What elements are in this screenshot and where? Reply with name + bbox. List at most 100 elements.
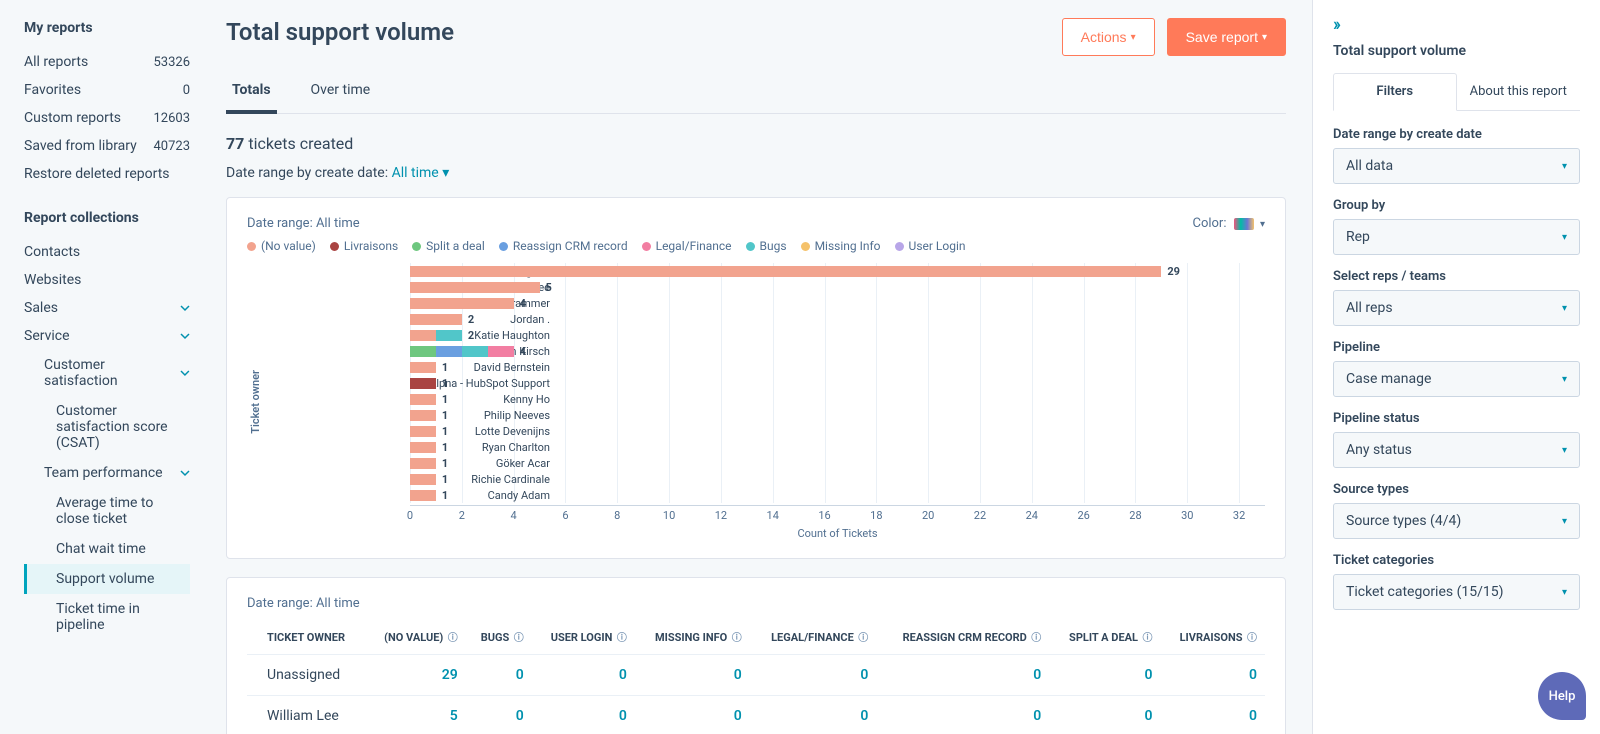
filter-label: Ticket categories [1333,553,1580,568]
bar-row: Alpna - HubSpot Support1 [410,375,1265,391]
filter-select[interactable]: All data▾ [1333,148,1580,184]
chevron-down-icon: ▾ [1562,587,1567,598]
info-icon: ⓘ [1140,633,1153,644]
tab-about[interactable]: About this report [1457,73,1581,110]
chevron-down-icon: ▾ [1131,32,1136,43]
info-icon: ⓘ [1245,633,1258,644]
bar-row: Joe Krammer4 [410,295,1265,311]
legend-item: Bugs [746,239,787,253]
info-icon: ⓘ [1029,633,1042,644]
date-range-dropdown[interactable]: All time ▾ [392,165,450,181]
help-button[interactable]: Help [1538,672,1586,720]
legend-item: Split a deal [412,239,485,253]
filter-select[interactable]: Any status▾ [1333,432,1580,468]
chevron-down-icon: ▾ [1562,161,1567,172]
x-axis: 02468101214161820222426283032 [410,505,1265,521]
info-icon: ⓘ [729,633,742,644]
chevron-down-icon: ▾ [1562,516,1567,527]
collection-item[interactable]: Service [24,322,190,350]
table-header[interactable]: MISSING INFO ⓘ [635,619,750,655]
sidebar-item[interactable]: Custom reports12603 [24,104,190,132]
chevron-down-icon: ▾ [1262,32,1267,43]
actions-button[interactable]: Actions▾ [1062,18,1155,56]
date-range-filter: Date range by create date: All time ▾ [226,165,1286,181]
bar-row: Katie Haughton2 [410,327,1265,343]
chart-legend: (No value) Livraisons Split a deal Reassign… [247,239,1265,253]
legend-item: (No value) [247,239,316,253]
info-icon: ⓘ [614,633,627,644]
page-title: Total support volume [226,18,454,46]
my-reports-heading: My reports [24,20,190,36]
chart-bars: Unassigned29William Lee5Joe Krammer4Jord… [264,263,1265,503]
filter-select[interactable]: Source types (4/4)▾ [1333,503,1580,539]
chevron-down-icon: ▾ [1562,303,1567,314]
info-icon: ⓘ [445,633,458,644]
table-header[interactable]: USER LOGIN ⓘ [532,619,635,655]
collection-item[interactable]: Sales [24,294,190,322]
bar-row: Brandon Kirsch4 [410,343,1265,359]
chevron-down-icon: ▾ [1260,219,1265,230]
sidebar-item[interactable]: Restore deleted reports [24,160,190,188]
legend-item: Reassign CRM record [499,239,628,253]
bar-row: Kenny Ho1 [410,391,1265,407]
bar-row: Lotte Devenijns1 [410,423,1265,439]
main-content: Total support volume Actions▾ Save repor… [200,0,1312,734]
tab-totals[interactable]: Totals [226,70,277,114]
chevron-down-icon: ▾ [1562,445,1567,456]
report-tabs: Totals Over time [226,70,1286,114]
collection-subitem[interactable]: Team performance [24,458,190,488]
bar-row: Unassigned29 [410,263,1265,279]
filter-label: Pipeline [1333,340,1580,355]
table-header[interactable]: TICKET OWNER [247,619,366,655]
save-report-button[interactable]: Save report▾ [1167,18,1286,56]
collection-subitem[interactable]: Chat wait time [24,534,190,564]
tab-overtime[interactable]: Over time [305,70,377,113]
table-row: William Lee50000000 [247,696,1265,734]
bar-row: William Lee5 [410,279,1265,295]
table-row: Unassigned290000000 [247,655,1265,696]
tab-filters[interactable]: Filters [1333,73,1457,111]
chevron-down-icon: ▾ [442,165,449,181]
bar-row: Candy Adam1 [410,487,1265,503]
bar-row: David Bernstein1 [410,359,1265,375]
sidebar-item[interactable]: All reports53326 [24,48,190,76]
color-picker[interactable]: Color: ▾ [1192,216,1265,231]
filter-select[interactable]: Ticket categories (15/15)▾ [1333,574,1580,610]
expand-panel-icon[interactable]: ›› [1333,14,1580,35]
collection-item[interactable]: Contacts [24,238,190,266]
right-panel: ›› Total support volume Filters About th… [1312,0,1600,734]
legend-item: Livraisons [330,239,398,253]
sidebar-item[interactable]: Favorites0 [24,76,190,104]
tickets-created-metric: 77 tickets created [226,134,1286,153]
table-header[interactable]: BUGS ⓘ [466,619,532,655]
filter-label: Date range by create date [1333,127,1580,142]
collection-item[interactable]: Websites [24,266,190,294]
bar-row: Richie Cardinale1 [410,471,1265,487]
collection-subitem[interactable]: Support volume [24,564,190,594]
filter-select[interactable]: All reps▾ [1333,290,1580,326]
collection-subitem[interactable]: Ticket time in pipeline [24,594,190,640]
table-header[interactable]: REASSIGN CRM RECORD ⓘ [876,619,1049,655]
y-axis-label: Ticket owner [247,370,264,434]
report-collections-heading: Report collections [24,210,190,226]
legend-item: Legal/Finance [642,239,732,253]
chart-card: Date range: All time Color: ▾ (No value)… [226,197,1286,559]
right-panel-title: Total support volume [1333,43,1580,59]
filter-label: Source types [1333,482,1580,497]
legend-item: Missing Info [801,239,881,253]
filter-select[interactable]: Rep▾ [1333,219,1580,255]
collection-subitem[interactable]: Customer satisfaction [24,350,190,396]
filter-label: Group by [1333,198,1580,213]
table-header[interactable]: SPLIT A DEAL ⓘ [1049,619,1160,655]
table-header[interactable]: (NO VALUE) ⓘ [366,619,466,655]
collection-subitem[interactable]: Average time to close ticket [24,488,190,534]
table-header[interactable]: LIVRAISONS ⓘ [1161,619,1266,655]
left-sidebar: My reports All reports53326Favorites0Cus… [0,0,200,734]
collection-subitem[interactable]: Customer satisfaction score (CSAT) [24,396,190,458]
filter-select[interactable]: Case manage▾ [1333,361,1580,397]
sidebar-item[interactable]: Saved from library40723 [24,132,190,160]
info-icon: ⓘ [511,633,524,644]
table-header[interactable]: LEGAL/FINANCE ⓘ [750,619,877,655]
filter-label: Pipeline status [1333,411,1580,426]
bar-row: Philip Neeves1 [410,407,1265,423]
